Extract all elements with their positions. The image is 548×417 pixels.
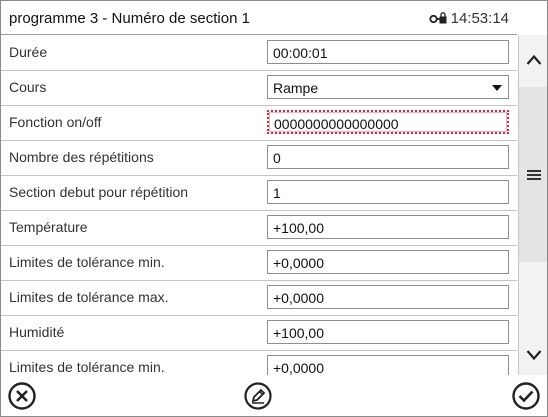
row-temperature: Température +100,00 xyxy=(1,210,517,246)
row-label: Limites de tolérance min. xyxy=(9,254,165,270)
dropdown-arrow-icon xyxy=(492,85,502,91)
row-fonction-on-off: Fonction on/off 0000000000000000 xyxy=(1,105,517,141)
clock: 14:53:14 xyxy=(429,10,509,27)
row-tolerance-min: Limites de tolérance min. +0,0000 xyxy=(1,245,517,281)
scrollbar[interactable] xyxy=(518,35,547,375)
row-humidite: Humidité +100,00 xyxy=(1,315,517,351)
edit-button[interactable] xyxy=(241,379,275,413)
scroll-down-button[interactable] xyxy=(519,335,547,375)
key-lock-icon xyxy=(429,11,447,23)
tolerance-max-field[interactable]: +0,0000 xyxy=(267,285,509,309)
humidity-tolerance-min-field[interactable]: +0,0000 xyxy=(267,355,509,375)
edit-pencil-icon xyxy=(244,382,272,410)
parameter-list: Durée 00:00:01 Cours Rampe Fonction on/o… xyxy=(1,35,517,375)
page-title: programme 3 - Numéro de section 1 xyxy=(9,10,250,27)
row-repetitions: Nombre des répétitions 0 xyxy=(1,140,517,176)
row-tolerance-max: Limites de tolérance max. +0,0000 xyxy=(1,280,517,316)
chevron-up-icon xyxy=(526,54,541,65)
cancel-button[interactable] xyxy=(5,379,39,413)
tolerance-min-field[interactable]: +0,0000 xyxy=(267,250,509,274)
row-label: Température xyxy=(9,219,88,235)
action-bar xyxy=(1,375,547,416)
row-label: Nombre des répétitions xyxy=(9,149,154,165)
row-label: Limites de tolérance min. xyxy=(9,359,165,375)
row-duree: Durée 00:00:01 xyxy=(1,35,517,71)
course-select[interactable]: Rampe xyxy=(267,75,509,99)
row-label: Limites de tolérance max. xyxy=(9,289,169,305)
row-cours: Cours Rampe xyxy=(1,70,517,106)
row-label: Fonction on/off xyxy=(9,114,102,130)
row-label: Humidité xyxy=(9,324,65,340)
row-label: Durée xyxy=(9,44,48,60)
row-label: Cours xyxy=(9,79,47,95)
confirm-button[interactable] xyxy=(509,379,543,413)
course-select-value: Rampe xyxy=(273,80,319,96)
duration-field[interactable]: 00:00:01 xyxy=(267,40,509,64)
scroll-up-button[interactable] xyxy=(519,35,547,85)
cancel-circle-icon xyxy=(8,382,36,410)
chevron-down-icon xyxy=(526,350,541,361)
row-label: Section debut pour répétition xyxy=(9,184,189,200)
confirm-check-icon xyxy=(512,382,540,410)
title-bar: programme 3 - Numéro de section 1 14:53:… xyxy=(1,1,517,35)
repetitions-field[interactable]: 0 xyxy=(267,145,509,169)
hamburger-icon xyxy=(526,170,541,180)
temperature-field[interactable]: +100,00 xyxy=(267,215,509,239)
clock-time: 14:53:14 xyxy=(450,10,509,27)
row-humidity-tolerance-min: Limites de tolérance min. +0,0000 xyxy=(1,350,517,375)
scroll-handle[interactable] xyxy=(519,155,547,195)
row-section-start: Section debut pour répétition 1 xyxy=(1,175,517,211)
section-start-field[interactable]: 1 xyxy=(267,180,509,204)
program-section-window: programme 3 - Numéro de section 1 14:53:… xyxy=(0,0,548,417)
humidity-field[interactable]: +100,00 xyxy=(267,320,509,344)
on-off-function-field[interactable]: 0000000000000000 xyxy=(267,110,509,134)
